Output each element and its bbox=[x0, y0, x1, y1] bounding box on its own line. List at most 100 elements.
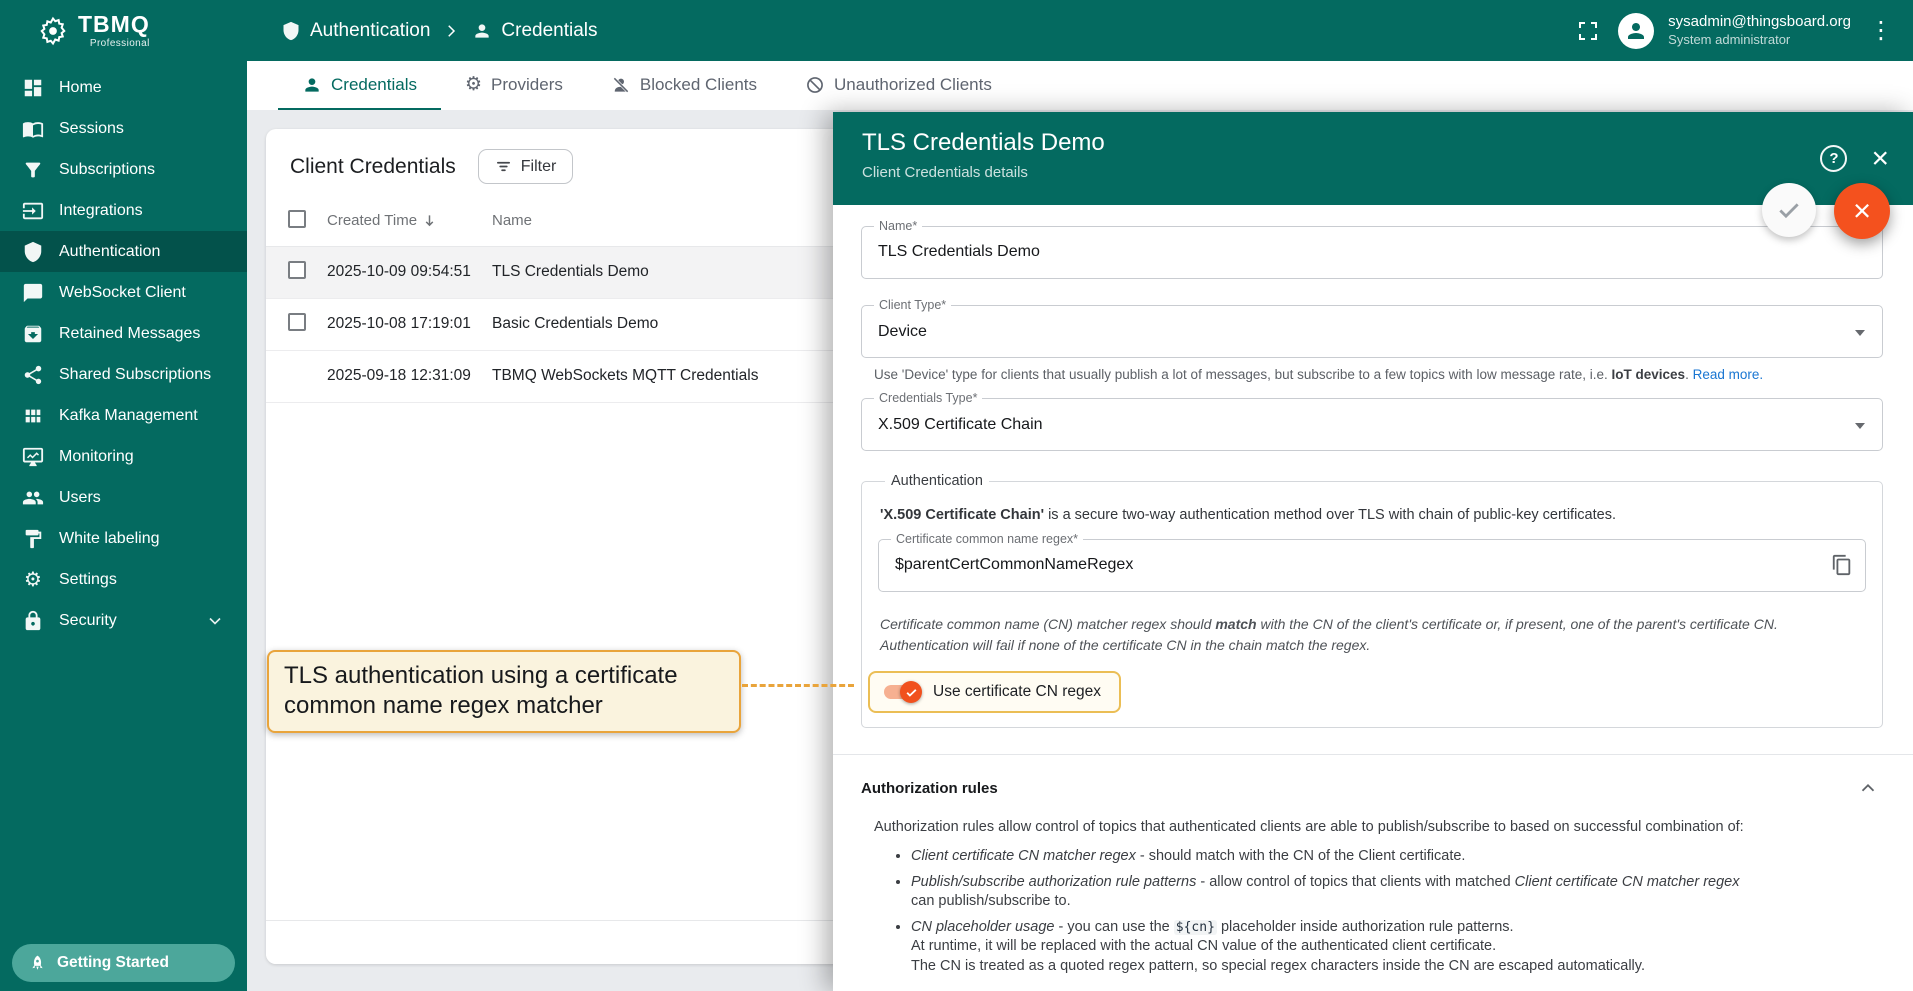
sidebar-item-integrations[interactable]: Integrations bbox=[0, 190, 247, 231]
sidebar-item-label: Retained Messages bbox=[59, 324, 201, 342]
top-header: TBMQ Professional Authentication Credent… bbox=[0, 0, 1913, 61]
logo-subtitle: Professional bbox=[89, 37, 150, 49]
sidebar-item-home[interactable]: Home bbox=[0, 67, 247, 108]
credentials-type-label: Credentials Type* bbox=[874, 391, 983, 405]
rocket-icon bbox=[28, 954, 47, 973]
close-drawer-button[interactable]: × bbox=[1871, 143, 1889, 173]
avatar[interactable] bbox=[1618, 12, 1655, 49]
page-title: Client Credentials bbox=[290, 154, 456, 178]
sidebar-item-sessions[interactable]: Sessions bbox=[0, 108, 247, 149]
client-type-select[interactable]: Client Type* Device bbox=[861, 298, 1883, 358]
home-icon bbox=[22, 77, 44, 99]
tab-providers[interactable]: ⚙ Providers bbox=[441, 61, 587, 110]
logo-title: TBMQ bbox=[78, 10, 150, 37]
cancel-fab-button[interactable]: × bbox=[1834, 183, 1890, 239]
bullet-pubsub-patterns: Publish/subscribe authorization rule pat… bbox=[911, 873, 1883, 912]
more-menu-button[interactable]: ⋮ bbox=[1865, 15, 1897, 47]
chat-bubble-icon bbox=[22, 282, 44, 304]
save-fab-button[interactable] bbox=[1762, 183, 1816, 237]
row-checkbox[interactable] bbox=[288, 260, 306, 279]
sidebar-item-label: Users bbox=[59, 488, 101, 506]
sidebar-item-label: WebSocket Client bbox=[59, 283, 186, 301]
tab-bar: Credentials ⚙ Providers Blocked Clients … bbox=[247, 61, 1913, 110]
read-more-link[interactable]: Read more. bbox=[1693, 367, 1764, 382]
bullet-code: ${cn} bbox=[1173, 919, 1217, 935]
help-button[interactable]: ? bbox=[1820, 145, 1848, 172]
user-info: sysadmin@thingsboard.org System administ… bbox=[1668, 13, 1851, 47]
sidebar-item-retained-messages[interactable]: Retained Messages bbox=[0, 313, 247, 354]
filter-label: Filter bbox=[520, 157, 557, 175]
chevron-up-icon[interactable] bbox=[1857, 777, 1879, 799]
copy-icon bbox=[1831, 554, 1853, 576]
cell-created-time: 2025-10-08 17:19:01 bbox=[327, 298, 492, 351]
book-icon bbox=[22, 118, 44, 140]
sidebar-item-kafka-management[interactable]: Kafka Management bbox=[0, 395, 247, 436]
sidebar-item-label: Kafka Management bbox=[59, 406, 198, 424]
toggle-label: Use certificate CN regex bbox=[933, 683, 1101, 700]
paint-icon bbox=[22, 528, 44, 550]
sidebar-item-websocket-client[interactable]: WebSocket Client bbox=[0, 272, 247, 313]
sidebar-item-settings[interactable]: ⚙ Settings bbox=[0, 559, 247, 600]
tab-label: Credentials bbox=[331, 74, 417, 94]
row-checkbox[interactable] bbox=[288, 312, 306, 331]
name-input[interactable] bbox=[862, 227, 1828, 261]
breadcrumb-separator-icon bbox=[442, 22, 460, 40]
sidebar-item-label: Settings bbox=[59, 570, 117, 588]
hint-sep: . bbox=[1685, 367, 1693, 382]
sidebar-item-subscriptions[interactable]: Subscriptions bbox=[0, 149, 247, 190]
tab-blocked-clients[interactable]: Blocked Clients bbox=[587, 61, 781, 110]
dropdown-arrow-icon[interactable] bbox=[1855, 330, 1865, 336]
sidebar-item-monitoring[interactable]: Monitoring bbox=[0, 436, 247, 477]
sidebar-item-security[interactable]: Security bbox=[0, 600, 247, 641]
drawer-header: TLS Credentials Demo Client Credentials … bbox=[833, 112, 1913, 205]
drawer-subtitle: Client Credentials details bbox=[862, 164, 1028, 181]
sidebar-item-shared-subscriptions[interactable]: Shared Subscriptions bbox=[0, 354, 247, 395]
dropdown-arrow-icon[interactable] bbox=[1855, 423, 1865, 429]
bullet-em: Publish/subscribe authorization rule pat… bbox=[911, 873, 1197, 890]
fullscreen-icon bbox=[1576, 19, 1600, 43]
tab-credentials[interactable]: Credentials bbox=[278, 61, 441, 110]
tab-label: Blocked Clients bbox=[639, 74, 758, 94]
desc-rest: is a secure two-way authentication metho… bbox=[1044, 507, 1616, 523]
cell-created-time: 2025-10-09 09:54:51 bbox=[327, 246, 492, 299]
tab-unauthorized-clients[interactable]: Unauthorized Clients bbox=[781, 61, 1016, 110]
bullet-cn-placeholder: CN placeholder usage - you can use the $… bbox=[911, 918, 1883, 977]
hint-text: Use 'Device' type for clients that usual… bbox=[874, 367, 1612, 382]
sidebar-item-label: Monitoring bbox=[59, 447, 134, 465]
shield-icon bbox=[281, 21, 301, 41]
shield-icon bbox=[22, 241, 44, 263]
hint-bold: IoT devices bbox=[1611, 367, 1686, 382]
breadcrumb-authentication[interactable]: Authentication bbox=[281, 20, 430, 42]
lock-icon bbox=[22, 610, 44, 632]
select-all-checkbox[interactable] bbox=[288, 209, 306, 228]
sidebar-item-users[interactable]: Users bbox=[0, 477, 247, 518]
sort-created-time[interactable]: Created Time bbox=[327, 212, 437, 229]
user-email: sysadmin@thingsboard.org bbox=[1668, 13, 1851, 31]
ban-circle-icon bbox=[805, 75, 825, 95]
sidebar-item-authentication[interactable]: Authentication bbox=[0, 231, 247, 272]
use-cn-regex-toggle[interactable] bbox=[882, 681, 922, 703]
sidebar-item-white-labeling[interactable]: White labeling bbox=[0, 518, 247, 559]
body-row: Home Sessions Subscriptions Integrations… bbox=[0, 61, 1913, 991]
getting-started-button[interactable]: Getting Started bbox=[12, 944, 235, 982]
copy-button[interactable] bbox=[1831, 554, 1853, 576]
breadcrumb-credentials[interactable]: Credentials bbox=[472, 20, 598, 42]
filter-icon bbox=[495, 158, 512, 175]
gear-icon: ⚙ bbox=[465, 73, 483, 95]
archive-icon bbox=[22, 323, 44, 345]
sidebar-item-label: Integrations bbox=[59, 201, 143, 219]
main-area: Credentials ⚙ Providers Blocked Clients … bbox=[247, 61, 1913, 991]
fullscreen-button[interactable] bbox=[1572, 15, 1604, 47]
app-root: TBMQ Professional Authentication Credent… bbox=[0, 0, 1913, 991]
cn-regex-label: Certificate common name regex* bbox=[891, 532, 1084, 546]
filter-button[interactable]: Filter bbox=[477, 149, 574, 184]
column-header-created-time: Created Time bbox=[327, 212, 418, 230]
annotation-connector-line bbox=[742, 684, 854, 687]
authorization-rules-header[interactable]: Authorization rules bbox=[861, 777, 1883, 799]
credentials-type-select[interactable]: Credentials Type* X.509 Certificate Chai… bbox=[861, 391, 1883, 451]
logo[interactable]: TBMQ Professional bbox=[0, 10, 247, 49]
hint1-pre: Certificate common name (CN) matcher reg… bbox=[880, 616, 1216, 632]
sidebar-item-label: Sessions bbox=[59, 119, 124, 137]
cn-regex-hint: Certificate common name (CN) matcher reg… bbox=[880, 614, 1864, 656]
